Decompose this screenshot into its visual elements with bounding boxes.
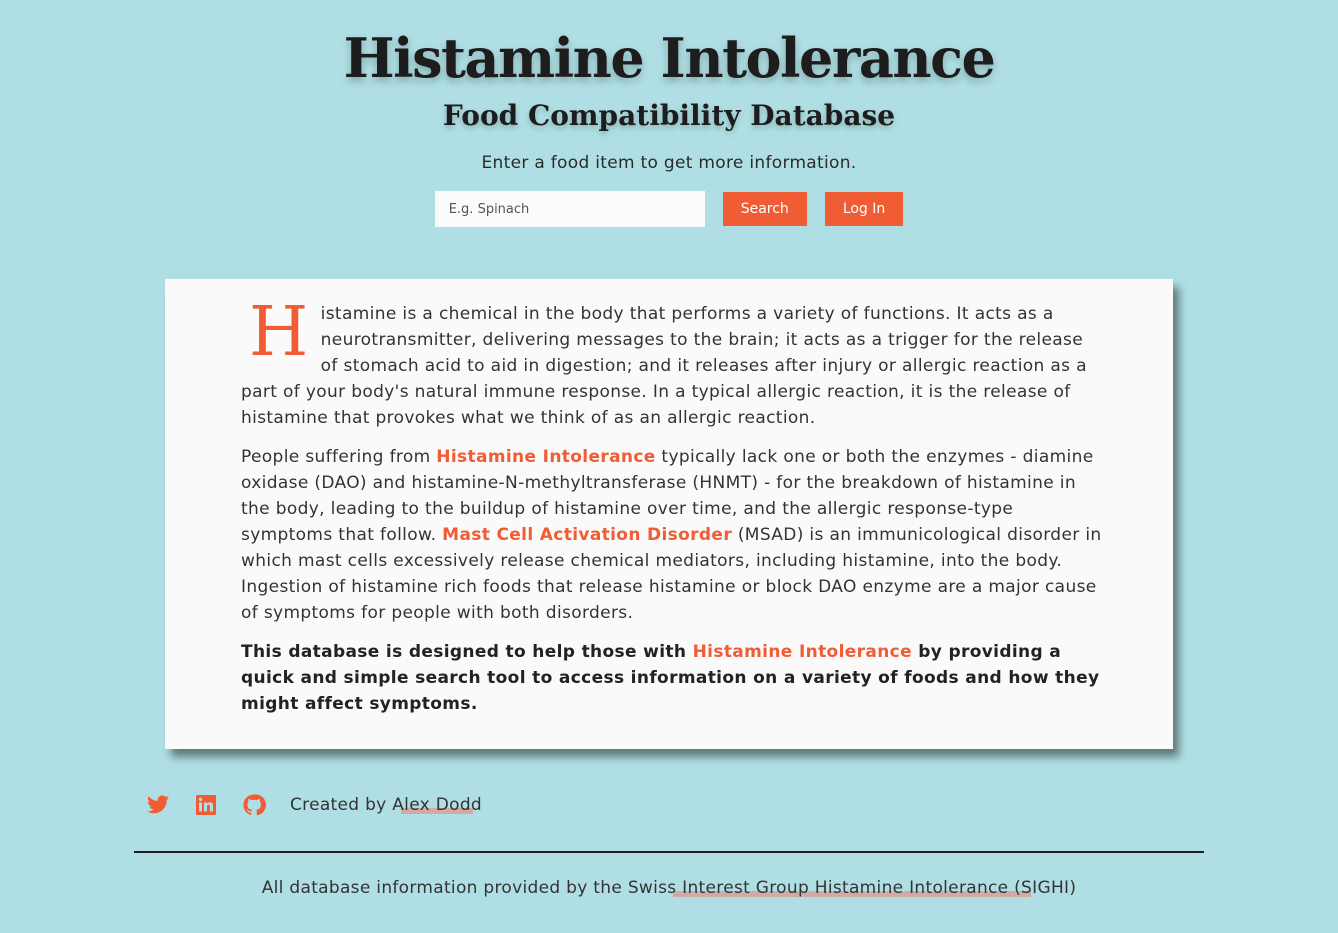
footer-divider [134, 851, 1204, 853]
intro-paragraph-3: This database is designed to help those … [241, 639, 1103, 717]
intro-text: This database is designed to help those … [241, 642, 693, 662]
page-title: Histamine Intolerance [343, 26, 996, 90]
histamine-intolerance-link-2[interactable]: Histamine Intolerance [693, 642, 912, 662]
github-icon[interactable] [242, 793, 266, 817]
footer-attribution: All database information provided by the… [0, 878, 1338, 898]
page-header: Histamine Intolerance Food Compatibility… [0, 0, 1338, 227]
credit-text: Created by Alex Dodd [290, 795, 483, 815]
search-input[interactable] [434, 191, 705, 227]
intro-card: Histamine is a chemical in the body that… [165, 279, 1173, 749]
footer-prefix: All database information provided by the [261, 878, 628, 898]
intro-text: People suffering from [241, 447, 437, 467]
page-subtitle: Food Compatibility Database [442, 99, 896, 132]
social-links: Created by Alex Dodd [146, 793, 483, 817]
intro-paragraph-1-text: istamine is a chemical in the body that … [241, 304, 1087, 428]
linkedin-icon[interactable] [194, 793, 218, 817]
search-button[interactable]: Search [722, 192, 807, 226]
intro-paragraph-1: Histamine is a chemical in the body that… [241, 293, 1103, 431]
mast-cell-link[interactable]: Mast Cell Activation Disorder [442, 525, 732, 545]
drop-cap: H [249, 293, 309, 372]
credit-prefix: Created by [290, 795, 393, 815]
twitter-icon[interactable] [146, 793, 170, 817]
sighi-link[interactable]: Swiss Interest Group Histamine Intoleran… [627, 878, 1077, 898]
login-button[interactable]: Log In [824, 192, 904, 226]
histamine-intolerance-link[interactable]: Histamine Intolerance [436, 447, 655, 467]
intro-paragraph-2: People suffering from Histamine Intolera… [241, 444, 1103, 626]
author-link[interactable]: Alex Dodd [392, 795, 483, 815]
search-bar: Search Log In [0, 191, 1338, 227]
search-prompt: Enter a food item to get more informatio… [481, 153, 857, 173]
